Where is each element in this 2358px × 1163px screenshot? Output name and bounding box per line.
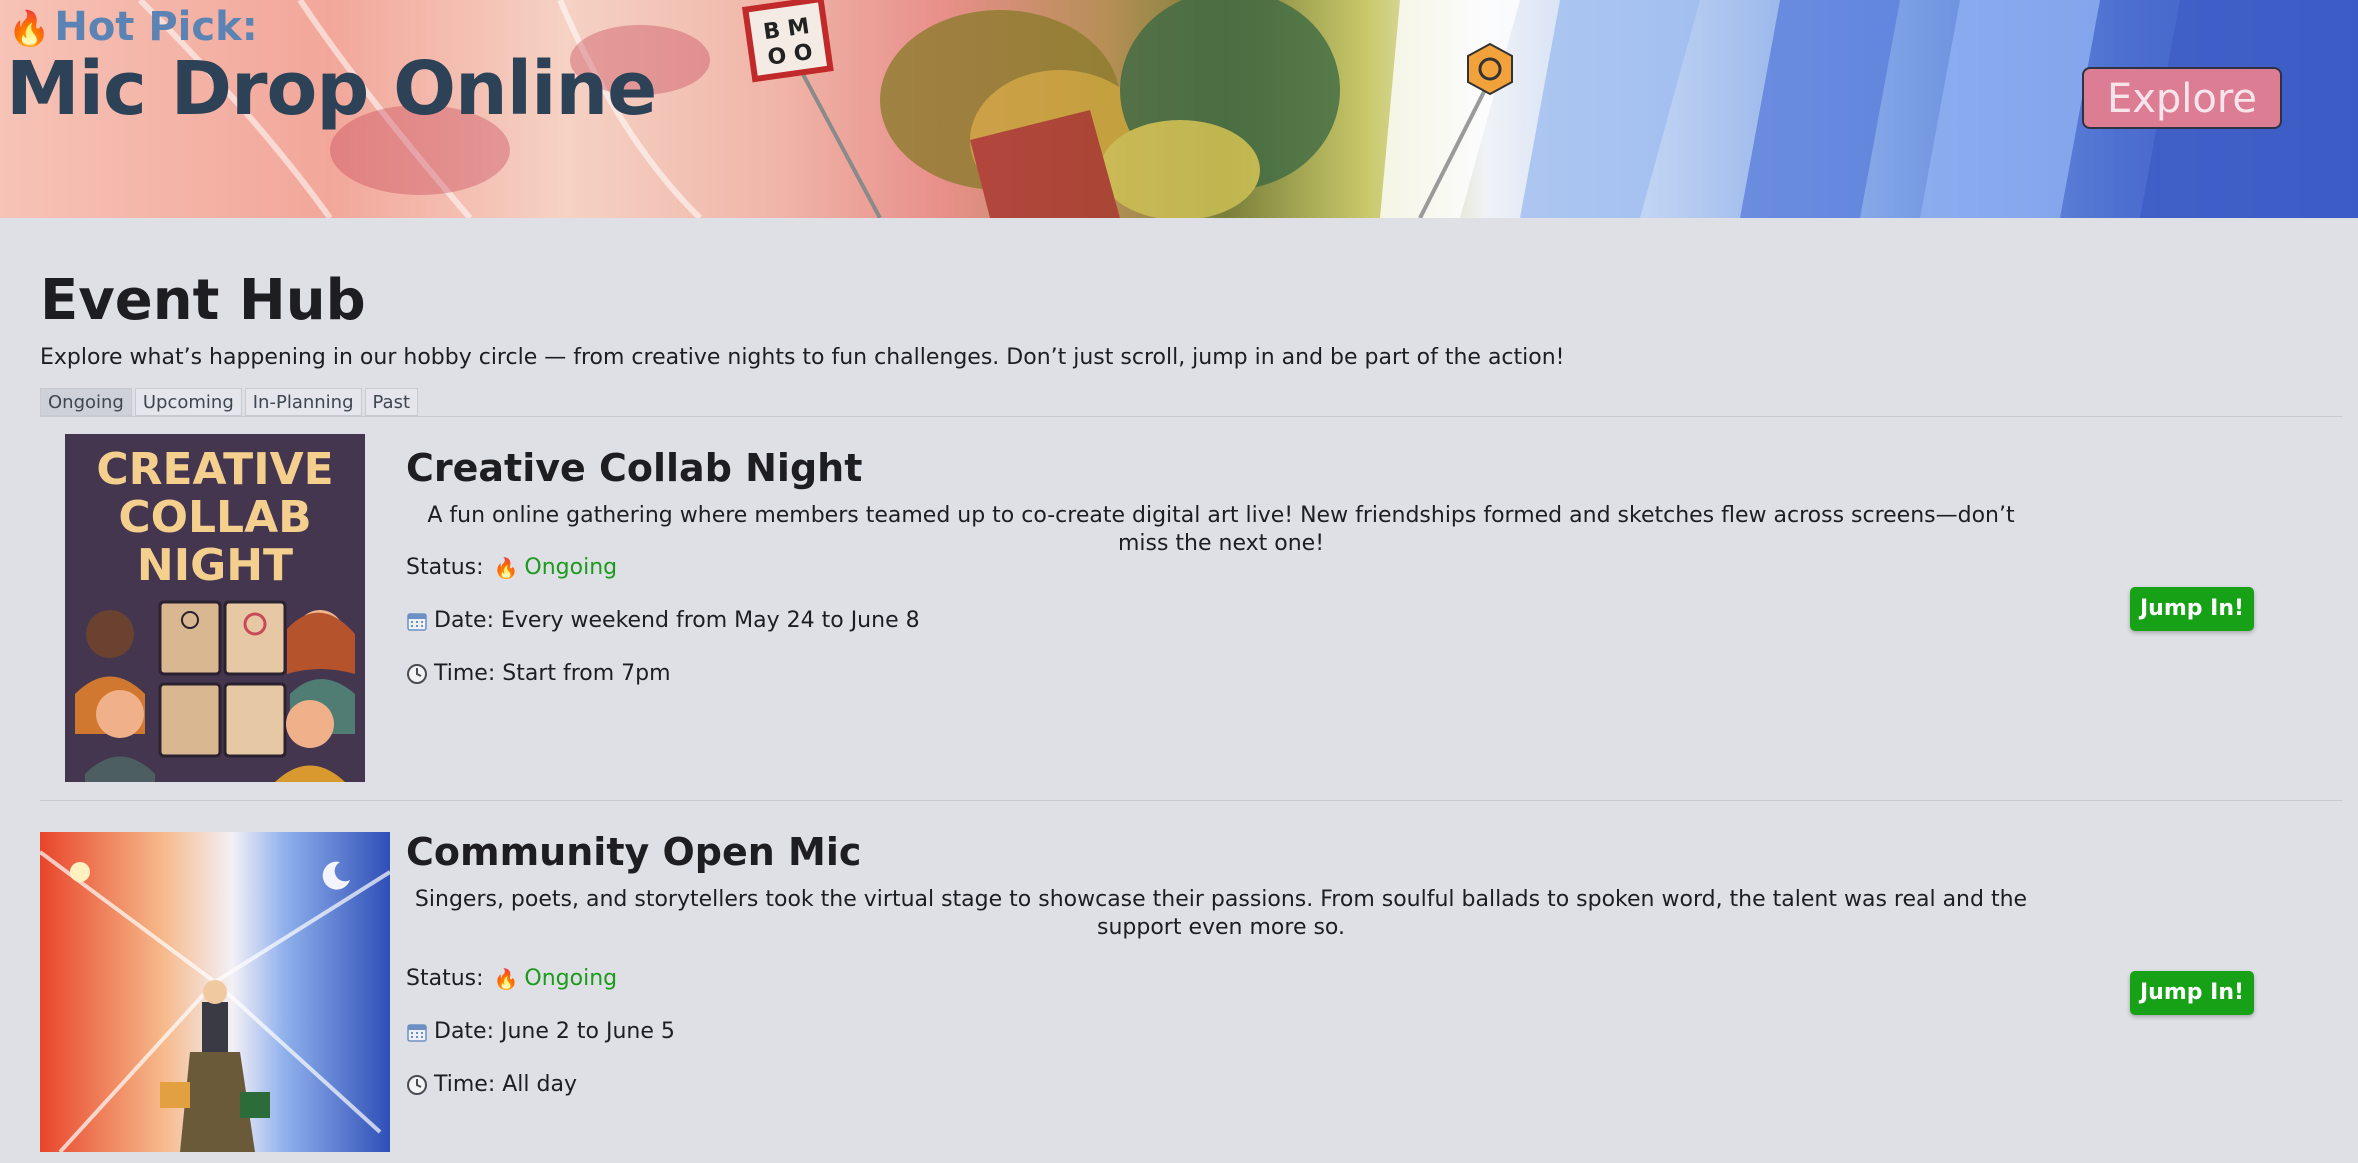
jump-in-button[interactable]: Jump In! — [2130, 587, 2254, 631]
poster-line-2: COLLAB — [118, 492, 311, 543]
hot-pick-label: 🔥 Hot Pick: — [8, 4, 258, 50]
hero-title: Mic Drop Online — [6, 46, 657, 132]
event-status: Status: 🔥 Ongoing — [406, 555, 617, 580]
page-intro: Explore what’s happening in our hobby ci… — [40, 345, 1565, 370]
event-date: Date: June 2 to June 5 — [406, 1019, 675, 1044]
tab-upcoming[interactable]: Upcoming — [134, 388, 242, 416]
event-artwork — [40, 832, 390, 1152]
fire-icon: 🔥 — [493, 966, 519, 991]
tab-in-planning[interactable]: In-Planning — [244, 388, 362, 416]
event-description: Singers, poets, and storytellers took th… — [414, 887, 2028, 940]
event-title: Community Open Mic — [406, 830, 862, 874]
hot-pick-text: Hot Pick: — [54, 4, 258, 50]
jump-in-button[interactable]: Jump In! — [2130, 971, 2254, 1015]
status-value: Ongoing — [524, 966, 618, 991]
status-label: Status: — [406, 966, 484, 991]
event-title: Creative Collab Night — [406, 446, 863, 490]
calendar-icon — [407, 1023, 427, 1042]
calendar-icon — [407, 612, 427, 631]
event-time: Time: Start from 7pm — [406, 661, 671, 686]
explore-button[interactable]: Explore — [2082, 67, 2282, 129]
time-text: Time: Start from 7pm — [434, 661, 671, 686]
event-status: Status: 🔥 Ongoing — [406, 966, 617, 991]
event-description: A fun online gathering where members tea… — [427, 503, 2015, 556]
poster-line-1: CREATIVE — [96, 444, 333, 495]
status-value: Ongoing — [524, 555, 618, 580]
event-date: Date: Every weekend from May 24 to June … — [406, 608, 920, 633]
clock-icon — [407, 663, 427, 684]
tab-past[interactable]: Past — [364, 388, 419, 416]
event-poster: CREATIVE COLLAB NIGHT — [65, 434, 365, 782]
event-image-creative-collab: CREATIVE COLLAB NIGHT — [65, 434, 365, 782]
date-text: Date: June 2 to June 5 — [434, 1019, 675, 1044]
divider — [40, 416, 2342, 417]
hero-banner: B M O O 🔥 Hot Pick: Mic Drop Online Explo… — [0, 0, 2358, 218]
clock-icon — [407, 1074, 427, 1095]
tab-ongoing[interactable]: Ongoing — [40, 388, 132, 416]
status-label: Status: — [406, 555, 484, 580]
time-text: Time: All day — [434, 1072, 577, 1097]
date-text: Date: Every weekend from May 24 to June … — [434, 608, 920, 633]
event-image-open-mic — [40, 832, 390, 1152]
fire-icon: 🔥 — [493, 555, 519, 580]
fire-icon: 🔥 — [8, 9, 51, 49]
event-time: Time: All day — [406, 1072, 577, 1097]
divider — [40, 800, 2342, 801]
page-title: Event Hub — [40, 268, 366, 333]
event-tabs: Ongoing Upcoming In-Planning Past — [40, 388, 419, 416]
poster-line-3: NIGHT — [137, 540, 293, 591]
